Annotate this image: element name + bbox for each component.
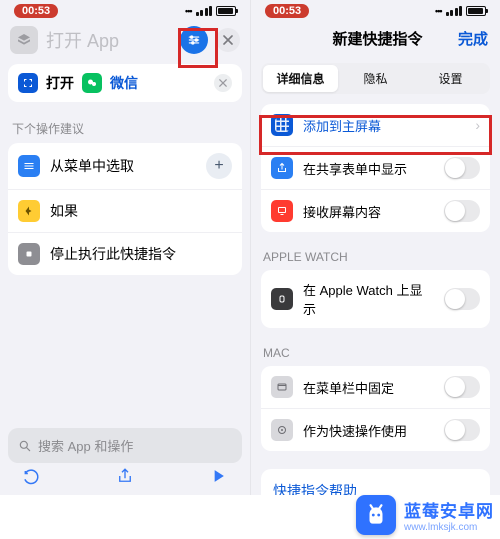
section-header-watch: APPLE WATCH — [251, 232, 500, 270]
row-label: 接收屏幕内容 — [303, 202, 434, 221]
status-bar: 00:53 ••• — [251, 0, 500, 20]
toggle-receive-screen[interactable] — [444, 200, 480, 222]
play-button[interactable] — [208, 466, 228, 489]
layers-icon — [16, 32, 32, 48]
editor-header: 打开 App — [0, 20, 250, 64]
page-title: 新建快捷指令 — [297, 28, 458, 49]
toggle-quick-action[interactable] — [444, 419, 480, 441]
tab-details[interactable]: 详细信息 — [263, 65, 338, 92]
toggle-share-sheet[interactable] — [444, 157, 480, 179]
action-card[interactable]: 打开 微信 — [8, 64, 242, 102]
add-home-icon — [271, 114, 293, 136]
clear-action-button[interactable] — [214, 74, 232, 92]
suggestion-label: 如果 — [50, 201, 232, 221]
suggestion-row[interactable]: 如果 — [8, 190, 242, 233]
quick-icon — [271, 419, 293, 441]
menubar-icon — [271, 376, 293, 398]
sliders-icon — [187, 33, 201, 47]
watermark-name: 蓝莓安卓网 — [404, 497, 494, 522]
app-icon — [10, 26, 38, 54]
suggestion-row[interactable]: 停止执行此快捷指令 — [8, 233, 242, 275]
toggle-watch[interactable] — [444, 288, 480, 310]
status-time: 00:53 — [265, 4, 309, 18]
action-title: 打开 App — [46, 27, 172, 53]
status-indicators: ••• — [435, 6, 486, 16]
row-add-to-home[interactable]: 添加到主屏幕 › — [261, 104, 490, 147]
open-app-icon — [18, 73, 38, 93]
action-app-name[interactable]: 微信 — [110, 73, 138, 93]
row-label: 在菜单栏中固定 — [303, 378, 434, 397]
suggestions-header: 下个操作建议 — [0, 102, 250, 143]
menu-icon — [18, 155, 40, 177]
row-label: 作为快速操作使用 — [303, 421, 434, 440]
play-icon — [208, 466, 228, 486]
row-menubar-pin[interactable]: 在菜单栏中固定 — [261, 366, 490, 409]
receive-icon — [271, 200, 293, 222]
tab-privacy[interactable]: 隐私 — [338, 65, 413, 92]
chevron-right-icon: › — [475, 117, 480, 133]
row-share-sheet[interactable]: 在共享表单中显示 — [261, 147, 490, 190]
suggestion-label: 停止执行此快捷指令 — [50, 244, 232, 264]
segmented-control[interactable]: 详细信息 隐私 设置 — [261, 63, 490, 94]
status-indicators: ••• — [185, 6, 236, 16]
suggestion-label: 从菜单中选取 — [50, 156, 196, 176]
status-time: 00:53 — [14, 4, 58, 18]
share-icon — [116, 466, 134, 486]
toggle-menubar[interactable] — [444, 376, 480, 398]
details-header: 新建快捷指令 完成 — [251, 20, 500, 59]
x-icon — [219, 79, 227, 87]
suggestion-row[interactable]: 从菜单中选取 + — [8, 143, 242, 190]
search-placeholder: 搜索 App 和操作 — [38, 436, 133, 455]
row-label: 添加到主屏幕 — [303, 116, 465, 135]
watermark-logo — [356, 495, 396, 535]
stop-icon — [18, 243, 40, 265]
row-label: 在 Apple Watch 上显示 — [303, 280, 434, 318]
search-icon — [18, 439, 32, 453]
help-link[interactable]: 快捷指令帮助 — [261, 469, 490, 495]
action-verb: 打开 — [46, 73, 74, 93]
editor-pane: 00:53 ••• 打开 App 打开 — [0, 0, 250, 495]
section-header-mac: MAC — [251, 328, 500, 366]
add-suggestion-button[interactable]: + — [206, 153, 232, 179]
watermark-url: www.lmksjk.com — [404, 522, 494, 533]
details-pane: 00:53 ••• 新建快捷指令 完成 详细信息 隐私 设置 添加到主屏幕 › — [250, 0, 500, 495]
row-receive-screen[interactable]: 接收屏幕内容 — [261, 190, 490, 232]
search-input[interactable]: 搜索 App 和操作 — [8, 428, 242, 463]
bottom-toolbar — [0, 462, 250, 493]
row-apple-watch[interactable]: 在 Apple Watch 上显示 — [261, 270, 490, 328]
undo-button[interactable] — [22, 466, 42, 489]
row-quick-action[interactable]: 作为快速操作使用 — [261, 409, 490, 451]
wechat-icon — [82, 73, 102, 93]
watch-icon — [271, 288, 293, 310]
tab-settings[interactable]: 设置 — [413, 65, 488, 92]
undo-icon — [22, 466, 42, 486]
row-label: 在共享表单中显示 — [303, 159, 434, 178]
close-icon — [223, 35, 233, 45]
filter-button[interactable] — [180, 26, 208, 54]
status-bar: 00:53 ••• — [0, 0, 250, 20]
share-button[interactable] — [116, 466, 134, 489]
watermark: 蓝莓安卓网 www.lmksjk.com — [356, 495, 494, 535]
done-button[interactable]: 完成 — [458, 28, 488, 49]
share-icon — [271, 157, 293, 179]
close-button[interactable] — [216, 28, 240, 52]
if-icon — [18, 200, 40, 222]
